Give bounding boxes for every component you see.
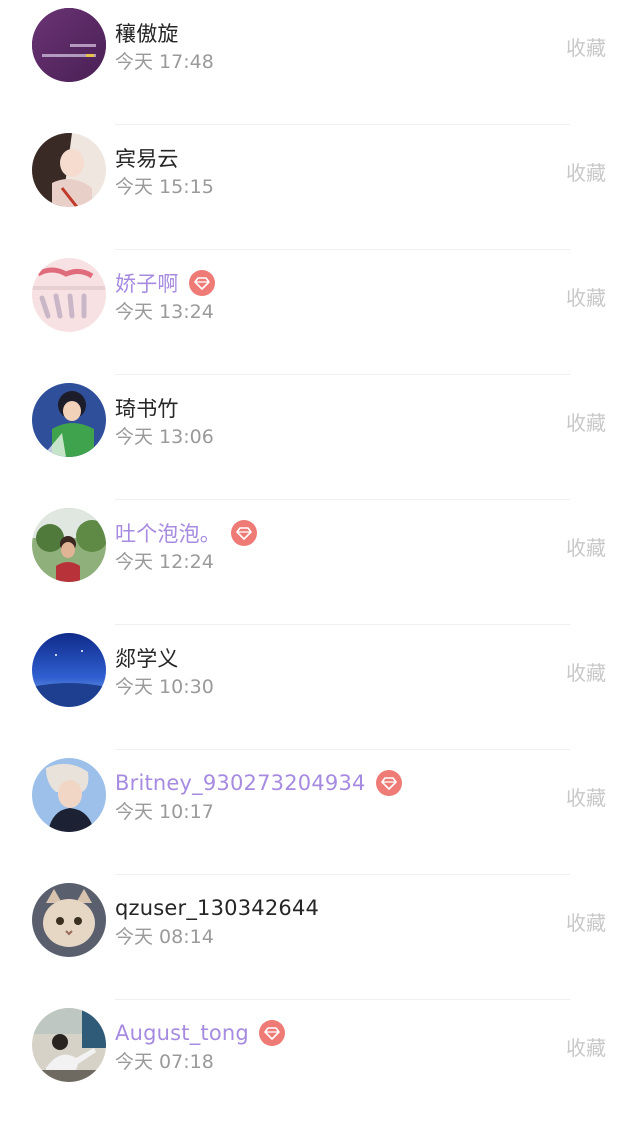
visit-time: 今天 10:30	[115, 676, 214, 698]
avatar[interactable]	[32, 383, 106, 457]
list-item[interactable]: 宾易云 今天 15:15 收藏	[0, 125, 640, 250]
diamond-vip-icon	[231, 520, 257, 546]
diamond-vip-icon	[258, 1020, 285, 1046]
contact-name[interactable]: 宾易云	[115, 143, 179, 173]
avatar[interactable]	[32, 758, 106, 832]
list-item[interactable]: Britney_930273204934 今天 10:17 收藏	[0, 750, 640, 875]
avatar[interactable]	[32, 508, 106, 582]
visit-time: 今天 13:24	[115, 301, 214, 323]
favorite-button[interactable]: 收藏	[566, 782, 606, 811]
visit-time: 今天 12:24	[115, 551, 214, 573]
visit-time: 今天 10:17	[115, 801, 214, 823]
diamond-vip-icon	[188, 270, 215, 296]
favorite-button[interactable]: 收藏	[566, 282, 606, 311]
diamond-vip-icon	[375, 770, 402, 796]
list-item[interactable]: 娇子啊 今天 13:24 收藏	[0, 250, 640, 375]
list-item[interactable]: 琦书竹 今天 13:06 收藏	[0, 375, 640, 500]
avatar[interactable]	[32, 133, 106, 207]
favorite-button[interactable]: 收藏	[566, 32, 606, 61]
favorite-button[interactable]: 收藏	[566, 1032, 606, 1061]
visit-time: 今天 08:14	[115, 926, 214, 948]
visit-time: 今天 17:48	[115, 51, 214, 73]
visit-time: 今天 07:18	[115, 1051, 214, 1073]
favorite-button[interactable]: 收藏	[566, 532, 606, 561]
favorite-button[interactable]: 收藏	[566, 407, 606, 436]
favorite-button[interactable]: 收藏	[566, 907, 606, 936]
avatar[interactable]	[32, 883, 106, 957]
list-item[interactable]: 吐个泡泡。 今天 12:24 收藏	[0, 500, 640, 625]
contact-name[interactable]: 吐个泡泡。	[115, 518, 221, 548]
contact-name[interactable]: qzuser_130342644	[115, 896, 319, 920]
visit-time: 今天 13:06	[115, 426, 214, 448]
visitor-list: 穰傲旋 今天 17:48 收藏 宾易云 今天 15:15 收藏 娇子啊 今天 1…	[0, 0, 640, 1125]
avatar[interactable]	[32, 8, 106, 82]
avatar[interactable]	[32, 1008, 106, 1082]
list-item[interactable]: August_tong 今天 07:18 收藏	[0, 1000, 640, 1125]
visit-time: 今天 15:15	[115, 176, 214, 198]
favorite-button[interactable]: 收藏	[566, 657, 606, 686]
contact-name[interactable]: 穰傲旋	[115, 18, 179, 48]
contact-name[interactable]: 娇子啊	[115, 268, 179, 298]
list-item[interactable]: 穰傲旋 今天 17:48 收藏	[0, 0, 640, 125]
favorite-button[interactable]: 收藏	[566, 157, 606, 186]
contact-name[interactable]: Britney_930273204934	[115, 771, 366, 795]
list-item[interactable]: qzuser_130342644 今天 08:14 收藏	[0, 875, 640, 1000]
contact-name[interactable]: August_tong	[115, 1021, 249, 1045]
list-item[interactable]: 郯学义 今天 10:30 收藏	[0, 625, 640, 750]
contact-name[interactable]: 郯学义	[115, 643, 179, 673]
contact-name[interactable]: 琦书竹	[115, 393, 179, 423]
avatar[interactable]	[32, 633, 106, 707]
avatar[interactable]	[32, 258, 106, 332]
